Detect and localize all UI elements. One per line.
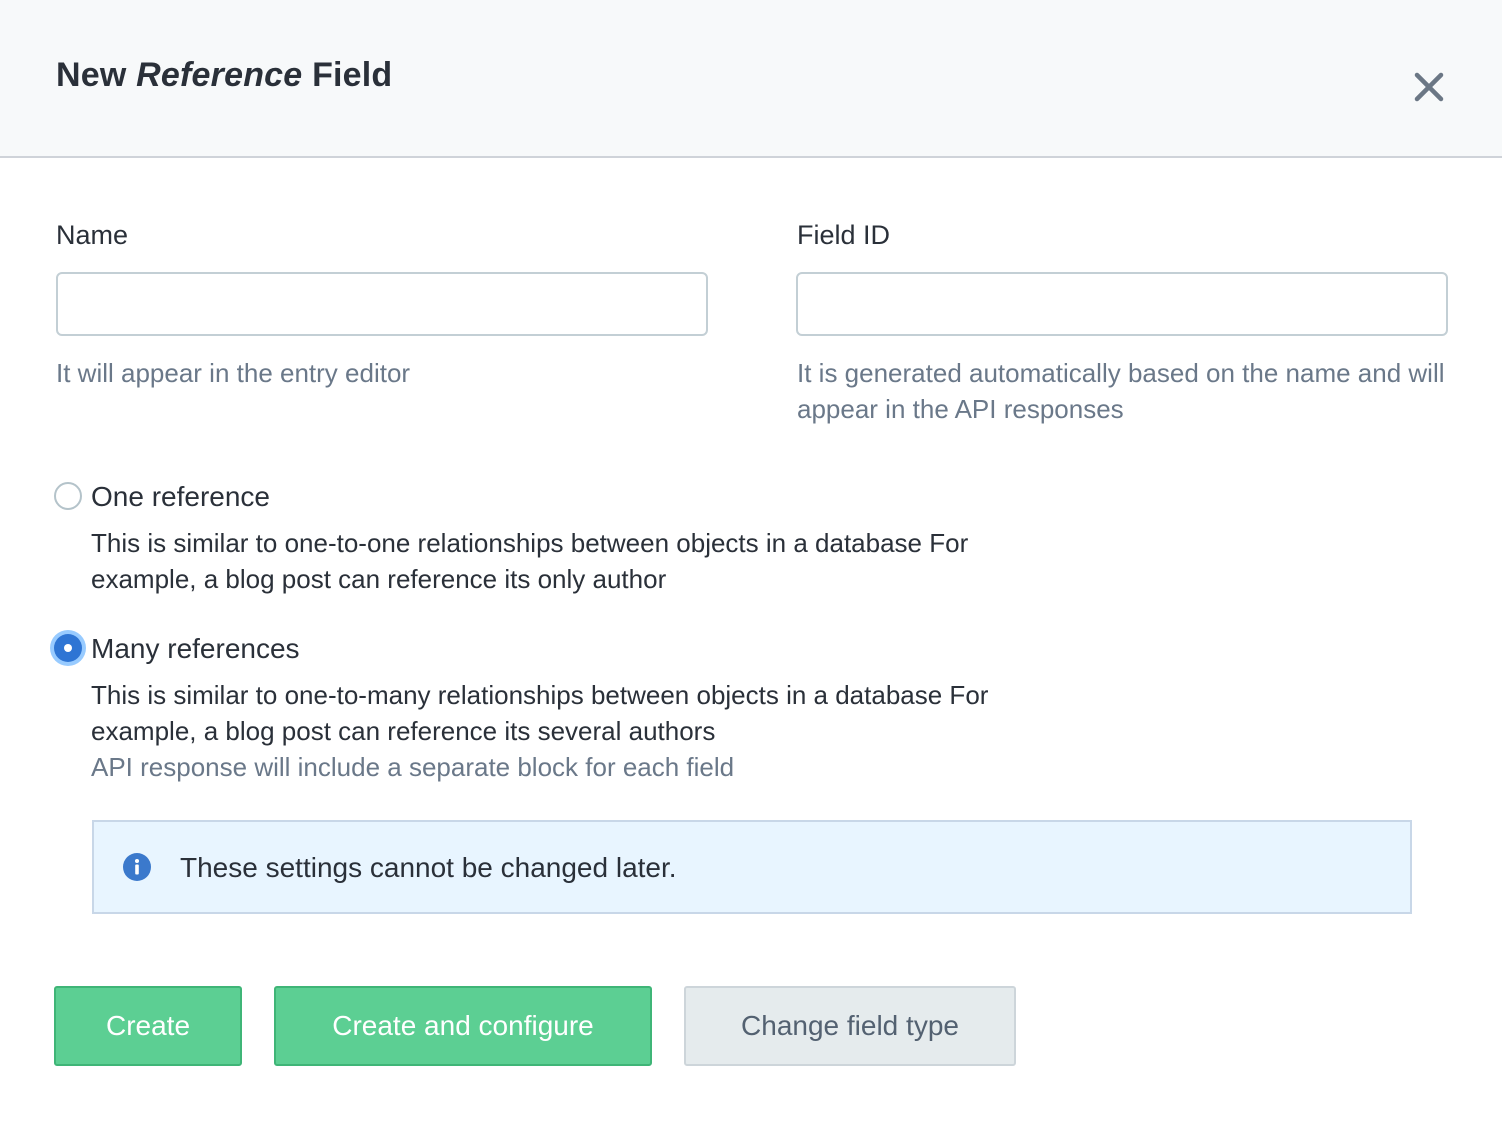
name-input[interactable]: [56, 272, 708, 336]
field-id-hint: It is generated automatically based on t…: [797, 358, 1445, 424]
close-button[interactable]: [1408, 66, 1450, 108]
settings-notice: These settings cannot be changed later.: [92, 820, 1412, 914]
dialog-title: New Reference Field: [56, 56, 392, 95]
new-reference-field-dialog: New Reference Field Name It will appear …: [0, 0, 1502, 1122]
field-id-input[interactable]: [796, 272, 1448, 336]
field-id-label: Field ID: [797, 220, 891, 250]
one-reference-radio[interactable]: [54, 482, 82, 510]
title-field-type: Reference: [136, 56, 303, 94]
close-icon: [1414, 72, 1444, 102]
dialog-header: New Reference Field: [0, 0, 1502, 158]
create-button[interactable]: Create: [54, 986, 242, 1066]
title-suffix: Field: [312, 56, 393, 94]
many-references-radio[interactable]: [54, 634, 82, 662]
create-and-configure-button[interactable]: Create and configure: [274, 986, 652, 1066]
info-icon: [123, 853, 151, 881]
notice-text: These settings cannot be changed later.: [180, 852, 677, 883]
change-field-type-button[interactable]: Change field type: [684, 986, 1016, 1066]
one-reference-label[interactable]: One reference: [91, 481, 270, 513]
many-references-label[interactable]: Many references: [91, 633, 300, 665]
many-references-description: This is similar to one-to-many relations…: [91, 680, 989, 746]
one-reference-description: This is similar to one-to-one relationsh…: [91, 528, 969, 594]
title-prefix: New: [56, 56, 127, 94]
name-hint: It will appear in the entry editor: [56, 358, 411, 388]
name-label: Name: [56, 220, 129, 250]
many-references-note: API response will include a separate blo…: [91, 752, 735, 782]
